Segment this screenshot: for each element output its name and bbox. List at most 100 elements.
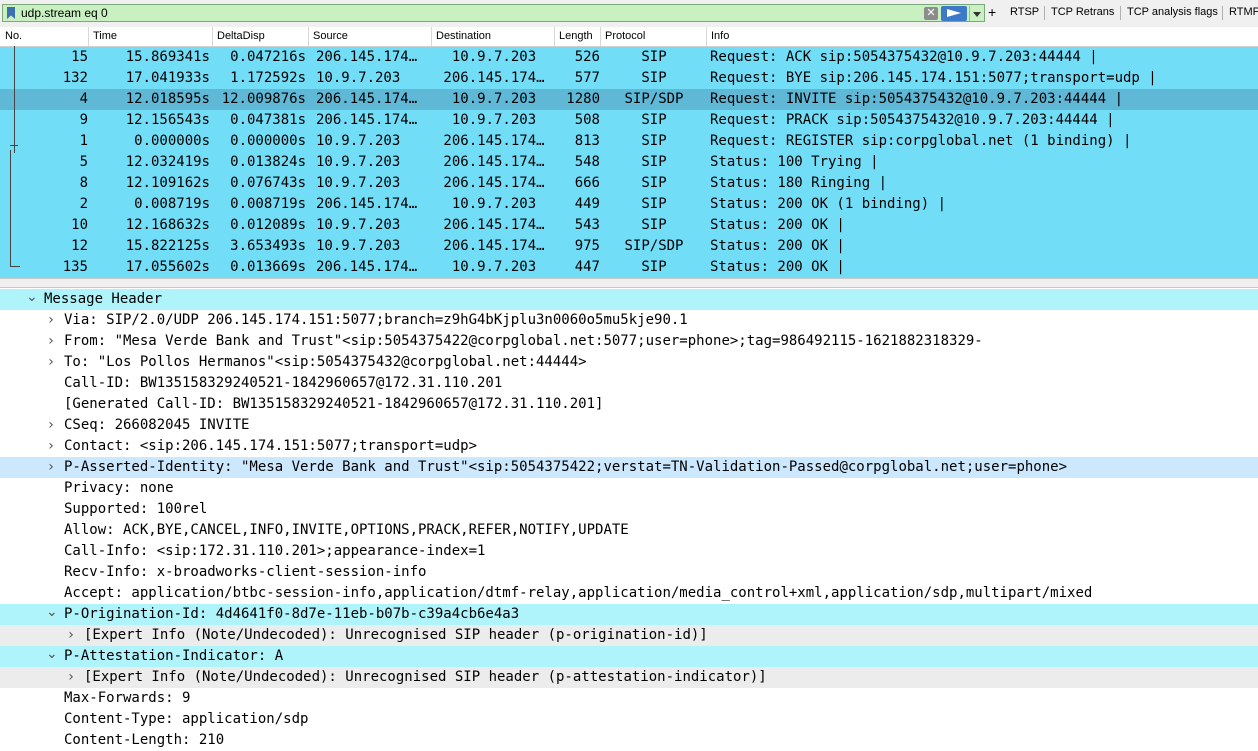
packet-row[interactable]: 5 12.032419s 0.013824s 10.9.7.203 206.145.17… [0,152,1258,173]
bookmark-icon[interactable] [7,7,15,19]
detail-tree-item[interactable]: Allow: ACK,BYE,CANCEL,INFO,INVITE,OPTION… [0,520,1258,541]
column-header-protocol[interactable]: Protocol [605,30,645,42]
packet-protocol: SIP [641,154,667,170]
filter-button-tcp-analysis-flags[interactable]: TCP analysis flags [1127,6,1218,18]
column-divider[interactable] [706,27,707,46]
packet-info: Status: 200 OK | [710,238,845,254]
detail-tree-item[interactable]: Content-Type: application/sdp [0,709,1258,730]
apply-filter-icon[interactable] [941,6,967,21]
packet-destination: 206.145.174… [443,175,545,191]
add-filter-button-icon[interactable]: + [988,4,996,20]
column-header-info[interactable]: Info [711,30,729,42]
chevron-right-icon[interactable]: › [46,457,56,478]
detail-tree-label: To: "Los Pollos Hermanos"<sip:5054375432… [64,354,587,370]
detail-tree-item[interactable]: › [Expert Info (Note/Undecoded): Unrecogn… [0,667,1258,688]
packet-protocol: SIP/SDP [624,238,684,254]
detail-tree-item[interactable]: › To: "Los Pollos Hermanos"<sip:505437543… [0,352,1258,373]
chevron-right-icon[interactable]: › [66,667,76,688]
detail-tree-item[interactable]: › Via: SIP/2.0/UDP 206.145.174.151:5077;b… [0,310,1258,331]
detail-tree-item[interactable]: ⌄ Message Header [0,289,1258,310]
packet-protocol: SIP/SDP [624,91,684,107]
packet-source: 206.145.174… [316,259,418,275]
detail-tree-item[interactable]: Call-ID: BW135158329240521-1842960657@17… [0,373,1258,394]
chevron-right-icon[interactable]: › [46,352,56,373]
packet-destination: 206.145.174… [443,238,545,254]
detail-tree-item[interactable]: Privacy: none [0,478,1258,499]
pane-splitter[interactable] [0,278,1258,288]
column-divider[interactable] [554,27,555,46]
chevron-down-icon[interactable]: ⌄ [26,289,38,305]
packet-row[interactable]: 10 12.168632s 0.012089s 10.9.7.203 206.145.1… [0,215,1258,236]
column-divider[interactable] [600,27,601,46]
detail-tree-label: P-Asserted-Identity: "Mesa Verde Bank an… [64,459,1068,475]
chevron-right-icon[interactable]: › [46,436,56,457]
column-divider[interactable] [212,27,213,46]
packet-number: 9 [79,112,88,128]
chevron-down-icon[interactable]: ⌄ [46,604,58,620]
packet-time: 12.156543s [125,112,210,128]
detail-tree-item[interactable]: ⌄ P-Origination-Id: 4d4641f0-8d7e-11eb-b0… [0,604,1258,625]
detail-tree-item[interactable]: › CSeq: 266082045 INVITE [0,415,1258,436]
column-header-no[interactable]: No. [5,30,22,42]
packet-number: 8 [79,175,88,191]
detail-tree-item[interactable]: › Contact: <sip:206.145.174.151:5077;tran… [0,436,1258,457]
packet-length: 508 [574,112,600,128]
packet-info: Request: BYE sip:206.145.174.151:5077;tr… [710,70,1157,86]
related-packet-line [10,266,20,267]
detail-tree-item[interactable]: Accept: application/btbc-session-info,ap… [0,583,1258,604]
column-header-time[interactable]: Time [93,30,117,42]
packet-row[interactable]: 8 12.109162s 0.076743s 10.9.7.203 206.145.17… [0,173,1258,194]
packet-delta: 0.076743s [230,175,306,191]
chevron-right-icon[interactable]: › [46,415,56,436]
packet-row[interactable]: 9 12.156543s 0.047381s 206.145.174… 10.9.7.2… [0,110,1258,131]
filter-history-dropdown-icon[interactable] [969,6,984,21]
chevron-right-icon[interactable]: › [46,331,56,352]
filter-button-tcp-retrans[interactable]: TCP Retrans [1051,6,1114,18]
detail-tree-item[interactable]: › From: "Mesa Verde Bank and Trust"<sip:5… [0,331,1258,352]
filter-button-rtsp[interactable]: RTSP [1010,6,1039,18]
column-header-deltadisp[interactable]: DeltaDisp [217,30,265,42]
column-divider[interactable] [308,27,309,46]
detail-tree-label: Via: SIP/2.0/UDP 206.145.174.151:5077;br… [64,312,688,328]
packet-row[interactable]: 1 0.000000s 0.000000s 10.9.7.203 206.145.174… [0,131,1258,152]
chevron-right-icon[interactable]: › [46,310,56,331]
detail-tree-item[interactable]: ⌄ P-Attestation-Indicator: A [0,646,1258,667]
display-filter-text[interactable]: udp.stream eq 0 [21,6,108,20]
column-header-length[interactable]: Length [559,30,593,42]
detail-tree-label: Max-Forwards: 9 [64,690,191,706]
packet-row[interactable]: 12 15.822125s 3.653493s 10.9.7.203 206.145.1… [0,236,1258,257]
packet-length: 449 [574,196,600,212]
packet-row[interactable]: 4 12.018595s 12.009876s 206.145.174… 10.9.7.… [0,89,1258,110]
packet-row[interactable]: 135 17.055602s 0.013669s 206.145.174… 10.9.7… [0,257,1258,278]
packet-source: 10.9.7.203 [316,217,401,233]
detail-tree-item[interactable]: Max-Forwards: 9 [0,688,1258,709]
column-divider[interactable] [431,27,432,46]
detail-tree-item[interactable]: › [Expert Info (Note/Undecoded): Unrecogn… [0,625,1258,646]
packet-destination: 10.9.7.203 [451,112,537,128]
column-divider[interactable] [88,27,89,46]
packet-protocol: SIP [641,70,667,86]
detail-tree-item[interactable]: Recv-Info: x-broadworks-client-session-i… [0,562,1258,583]
detail-tree-label: Message Header [44,291,163,307]
detail-tree-item[interactable]: [Generated Call-ID: BW135158329240521-18… [0,394,1258,415]
column-header-source[interactable]: Source [313,30,348,42]
packet-destination: 206.145.174… [443,154,545,170]
chevron-down-icon[interactable]: ⌄ [46,646,58,662]
packet-info: Status: 180 Ringing | [710,175,888,191]
packet-row[interactable]: 2 0.008719s 0.008719s 206.145.174… 10.9.7.20… [0,194,1258,215]
packet-info: Status: 200 OK | [710,217,845,233]
filter-button-rtmp[interactable]: RTMP [1229,6,1258,18]
detail-tree-item[interactable]: Call-Info: <sip:172.31.110.201>;appearan… [0,541,1258,562]
detail-tree-item[interactable]: › P-Asserted-Identity: "Mesa Verde Bank a… [0,457,1258,478]
detail-tree-item[interactable]: Supported: 100rel [0,499,1258,520]
detail-tree-label: [Generated Call-ID: BW135158329240521-18… [64,396,604,412]
packet-row[interactable]: 132 17.041933s 1.172592s 10.9.7.203 206.145.… [0,68,1258,89]
packet-length: 548 [574,154,600,170]
clear-filter-icon[interactable]: ✕ [924,7,938,20]
packet-row[interactable]: 15 15.869341s 0.047216s 206.145.174… 10.9.7.… [0,47,1258,68]
column-header-destination[interactable]: Destination [436,30,491,42]
display-filter-input[interactable]: udp.stream eq 0 ✕ [2,4,985,22]
filter-button-separator [1044,6,1045,20]
packet-source: 206.145.174… [316,91,418,107]
chevron-right-icon[interactable]: › [66,625,76,646]
